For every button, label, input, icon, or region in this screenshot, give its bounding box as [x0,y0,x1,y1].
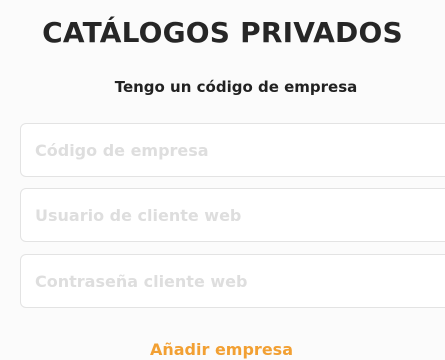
page-title: CATÁLOGOS PRIVADOS [42,16,403,49]
section-subtitle: Tengo un código de empresa [114,78,358,96]
company-code-input[interactable] [20,123,445,177]
web-password-input[interactable] [20,254,445,308]
add-company-link[interactable]: Añadir empresa [0,340,443,360]
web-user-input[interactable] [20,188,445,242]
